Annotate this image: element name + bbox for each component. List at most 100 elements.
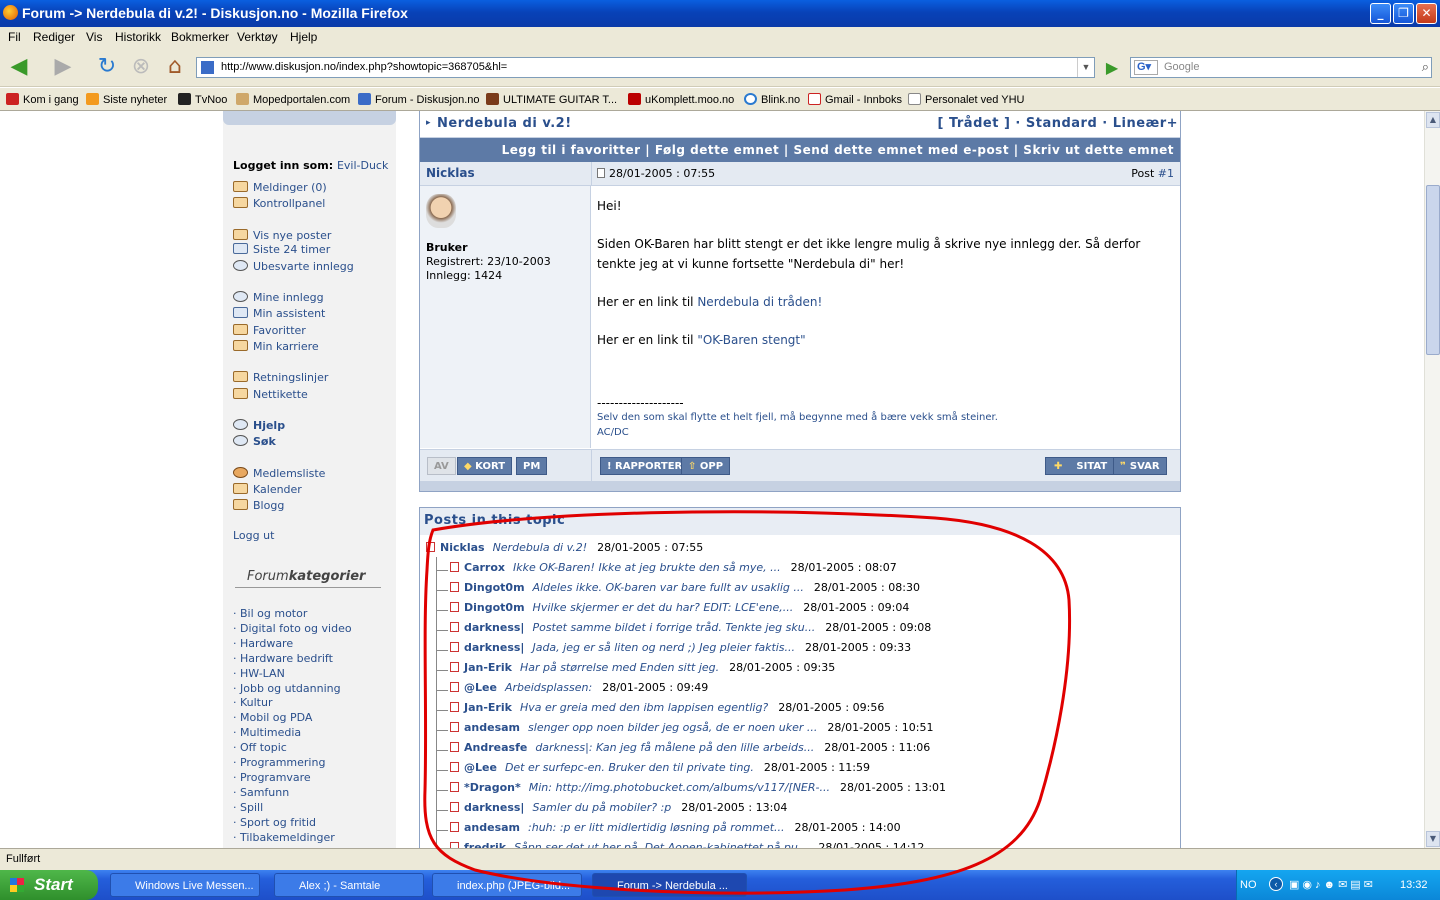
rapporter-button[interactable]: ! RAPPORTER xyxy=(600,457,690,475)
sidebar-item-siste-24[interactable]: Siste 24 timer xyxy=(233,243,330,256)
bookmark-item[interactable]: Gmail - Innboks xyxy=(808,93,902,106)
topic-row[interactable]: darkness| Postet samme bildet i forrige t… xyxy=(450,621,931,641)
topic-row[interactable]: @Lee Det er surfepc-en. Bruker den til pr… xyxy=(450,761,870,781)
menu-hjelp[interactable]: Hjelp xyxy=(290,30,317,44)
sidebar-item-retningslinjer[interactable]: Retningslinjer xyxy=(233,371,328,384)
post-author[interactable]: Nicklas xyxy=(426,166,475,180)
language-indicator[interactable]: NO xyxy=(1240,879,1257,891)
sidebar-item-min-karriere[interactable]: Min karriere xyxy=(233,340,319,353)
category-link[interactable]: · Multimedia xyxy=(233,726,301,739)
topic-row-author[interactable]: darkness| xyxy=(464,621,524,634)
topic-row-excerpt[interactable]: Arbeidsplassen: xyxy=(505,681,592,694)
google-engine-icon[interactable]: G▾ xyxy=(1134,60,1158,75)
minimize-button[interactable]: _ xyxy=(1370,3,1391,24)
sidebar-item-meldinger[interactable]: Meldinger (0) xyxy=(233,181,327,194)
taskbar-item[interactable]: Windows Live Messen... xyxy=(110,873,260,897)
topic-row-excerpt[interactable]: Har på størrelse med Enden sitt jeg. xyxy=(520,661,719,674)
topic-row-excerpt[interactable]: Jada, jeg er så liten og nerd ;) Jeg ple… xyxy=(532,641,795,654)
bookmark-item[interactable]: Forum - Diskusjon.no xyxy=(358,93,480,106)
topic-row[interactable]: Dingot0m Aldeles ikke. OK-baren var bare … xyxy=(450,581,920,601)
sidebar-item-ubesvarte[interactable]: Ubesvarte innlegg xyxy=(233,260,354,273)
scrollbar[interactable]: ▲ ▼ xyxy=(1424,111,1440,848)
post-link[interactable]: "OK-Baren stengt" xyxy=(697,333,805,347)
menu-vis[interactable]: Vis xyxy=(86,30,102,44)
topic-row[interactable]: Jan-Erik Har på størrelse med Enden sitt … xyxy=(450,661,835,681)
category-link[interactable]: · Mobil og PDA xyxy=(233,711,312,724)
topic-actions[interactable]: Legg til i favoritter | Følg dette emnet… xyxy=(420,138,1180,162)
bookmark-item[interactable]: TvNoo xyxy=(178,93,227,106)
topic-row[interactable]: Nicklas Nerdebula di v.2! 28/01-2005 : 07:… xyxy=(426,541,703,561)
home-icon[interactable]: ⌂ xyxy=(162,54,188,80)
category-link[interactable]: · Off topic xyxy=(233,741,287,754)
sidebar-item-blogg[interactable]: Blogg xyxy=(233,499,284,512)
scroll-down-icon[interactable]: ▼ xyxy=(1426,831,1440,847)
av-button[interactable]: AV xyxy=(427,457,456,475)
close-button[interactable]: ✕ xyxy=(1416,3,1437,24)
sidebar-item-favoritter[interactable]: Favoritter xyxy=(233,324,306,337)
menu-verktoy[interactable]: Verktøy xyxy=(237,30,278,44)
topic-row-author[interactable]: Carrox xyxy=(464,561,505,574)
topic-row[interactable]: Jan-Erik Hva er greia med den ibm lappise… xyxy=(450,701,884,721)
topic-row-excerpt[interactable]: Postet samme bildet i forrige tråd. Tenk… xyxy=(532,621,815,634)
sidebar-item-kalender[interactable]: Kalender xyxy=(233,483,302,496)
topic-row-author[interactable]: Dingot0m xyxy=(464,601,525,614)
topic-row-author[interactable]: andesam xyxy=(464,821,520,834)
topic-row-excerpt[interactable]: slenger opp noen bilder jeg også, de er … xyxy=(528,721,817,734)
forward-icon[interactable]: ▶ xyxy=(50,54,76,80)
sidebar-item-min-assistent[interactable]: Min assistent xyxy=(233,307,325,320)
topic-row[interactable]: andesam slenger opp noen bilder jeg også,… xyxy=(450,721,933,741)
topic-row-author[interactable]: Andreasfe xyxy=(464,741,527,754)
url-dropdown-icon[interactable]: ▼ xyxy=(1077,58,1094,77)
sitat-button[interactable]: ✚ SITAT xyxy=(1045,457,1115,475)
url-bar[interactable]: http://www.diskusjon.no/index.php?showto… xyxy=(196,57,1095,78)
topic-row-author[interactable]: Jan-Erik xyxy=(464,661,512,674)
bookmark-item[interactable]: Mopedportalen.com xyxy=(236,93,350,106)
category-link[interactable]: · Jobb og utdanning xyxy=(233,682,341,695)
topic-row-author[interactable]: fredrik xyxy=(464,841,506,848)
sidebar-item-sok[interactable]: Søk xyxy=(233,435,276,448)
scroll-thumb[interactable] xyxy=(1426,185,1440,355)
topic-row-excerpt[interactable]: Hva er greia med den ibm lappisen egentl… xyxy=(520,701,768,714)
search-input[interactable]: G▾ Google ⌕ xyxy=(1130,57,1432,78)
topic-row-excerpt[interactable]: Ikke OK-Baren! Ikke at jeg brukte den så… xyxy=(513,561,781,574)
topic-row-excerpt[interactable]: Såpn ser det ut her på. Det Aopen-kabine… xyxy=(514,841,808,848)
stop-icon[interactable]: ⊗ xyxy=(128,54,154,80)
topic-row-author[interactable]: andesam xyxy=(464,721,520,734)
topic-row-author[interactable]: darkness| xyxy=(464,641,524,654)
back-icon[interactable]: ◀ xyxy=(6,54,32,80)
category-link[interactable]: · HW-LAN xyxy=(233,667,285,680)
sidebar-item-kontrollpanel[interactable]: Kontrollpanel xyxy=(233,197,325,210)
topic-row-author[interactable]: Dingot0m xyxy=(464,581,525,594)
go-icon[interactable]: ▶ xyxy=(1099,55,1125,81)
username-link[interactable]: Evil-Duck xyxy=(337,159,388,172)
category-link[interactable]: · Hardware bedrift xyxy=(233,652,333,665)
topic-row-excerpt[interactable]: Samler du på mobiler? :p xyxy=(532,801,671,814)
topic-row[interactable]: *Dragon* Min: http://img.photobucket.com/… xyxy=(450,781,946,801)
svar-button[interactable]: ❞ SVAR xyxy=(1113,457,1167,475)
taskbar-item-active[interactable]: Forum -> Nerdebula ... xyxy=(592,873,747,897)
start-button[interactable]: Start xyxy=(0,870,98,900)
bookmark-item[interactable]: Blink.no xyxy=(744,93,800,106)
category-link[interactable]: · Kultur xyxy=(233,696,273,709)
taskbar-item[interactable]: Alex ;) - Samtale xyxy=(274,873,424,897)
topic-row-excerpt[interactable]: Det er surfepc-en. Bruker den til privat… xyxy=(505,761,754,774)
logout-link[interactable]: Logg ut xyxy=(233,529,274,542)
sidebar-item-mine-innlegg[interactable]: Mine innlegg xyxy=(233,291,324,304)
topic-row[interactable]: andesam:huh: :p er litt midlertidig løsn… xyxy=(450,821,901,841)
topic-row-excerpt[interactable]: Min: http://img.photobucket.com/albums/v… xyxy=(529,781,830,794)
menu-rediger[interactable]: Rediger xyxy=(33,30,75,44)
category-link[interactable]: · Spill xyxy=(233,801,263,814)
category-link[interactable]: · Tilbakemeldinger xyxy=(233,831,335,844)
topic-row-author[interactable]: @Lee xyxy=(464,681,497,694)
view-mode-links[interactable]: [ Trådet ] · Standard · Lineær+ xyxy=(937,116,1178,131)
scroll-up-icon[interactable]: ▲ xyxy=(1426,112,1440,128)
sidebar-item-hjelp[interactable]: Hjelp xyxy=(233,419,285,432)
category-link[interactable]: · Sport og fritid xyxy=(233,816,316,829)
sidebar-item-nettikette[interactable]: Nettikette xyxy=(233,388,308,401)
topic-row[interactable]: Carrox Ikke OK-Baren! Ikke at jeg brukte … xyxy=(450,561,897,581)
bookmark-item[interactable]: uKomplett.moo.no xyxy=(628,93,734,106)
menu-historikk[interactable]: Historikk xyxy=(115,30,161,44)
category-link[interactable]: · Digital foto og video xyxy=(233,622,352,635)
category-link[interactable]: · Hardware xyxy=(233,637,293,650)
menu-bokmerker[interactable]: Bokmerker xyxy=(171,30,229,44)
